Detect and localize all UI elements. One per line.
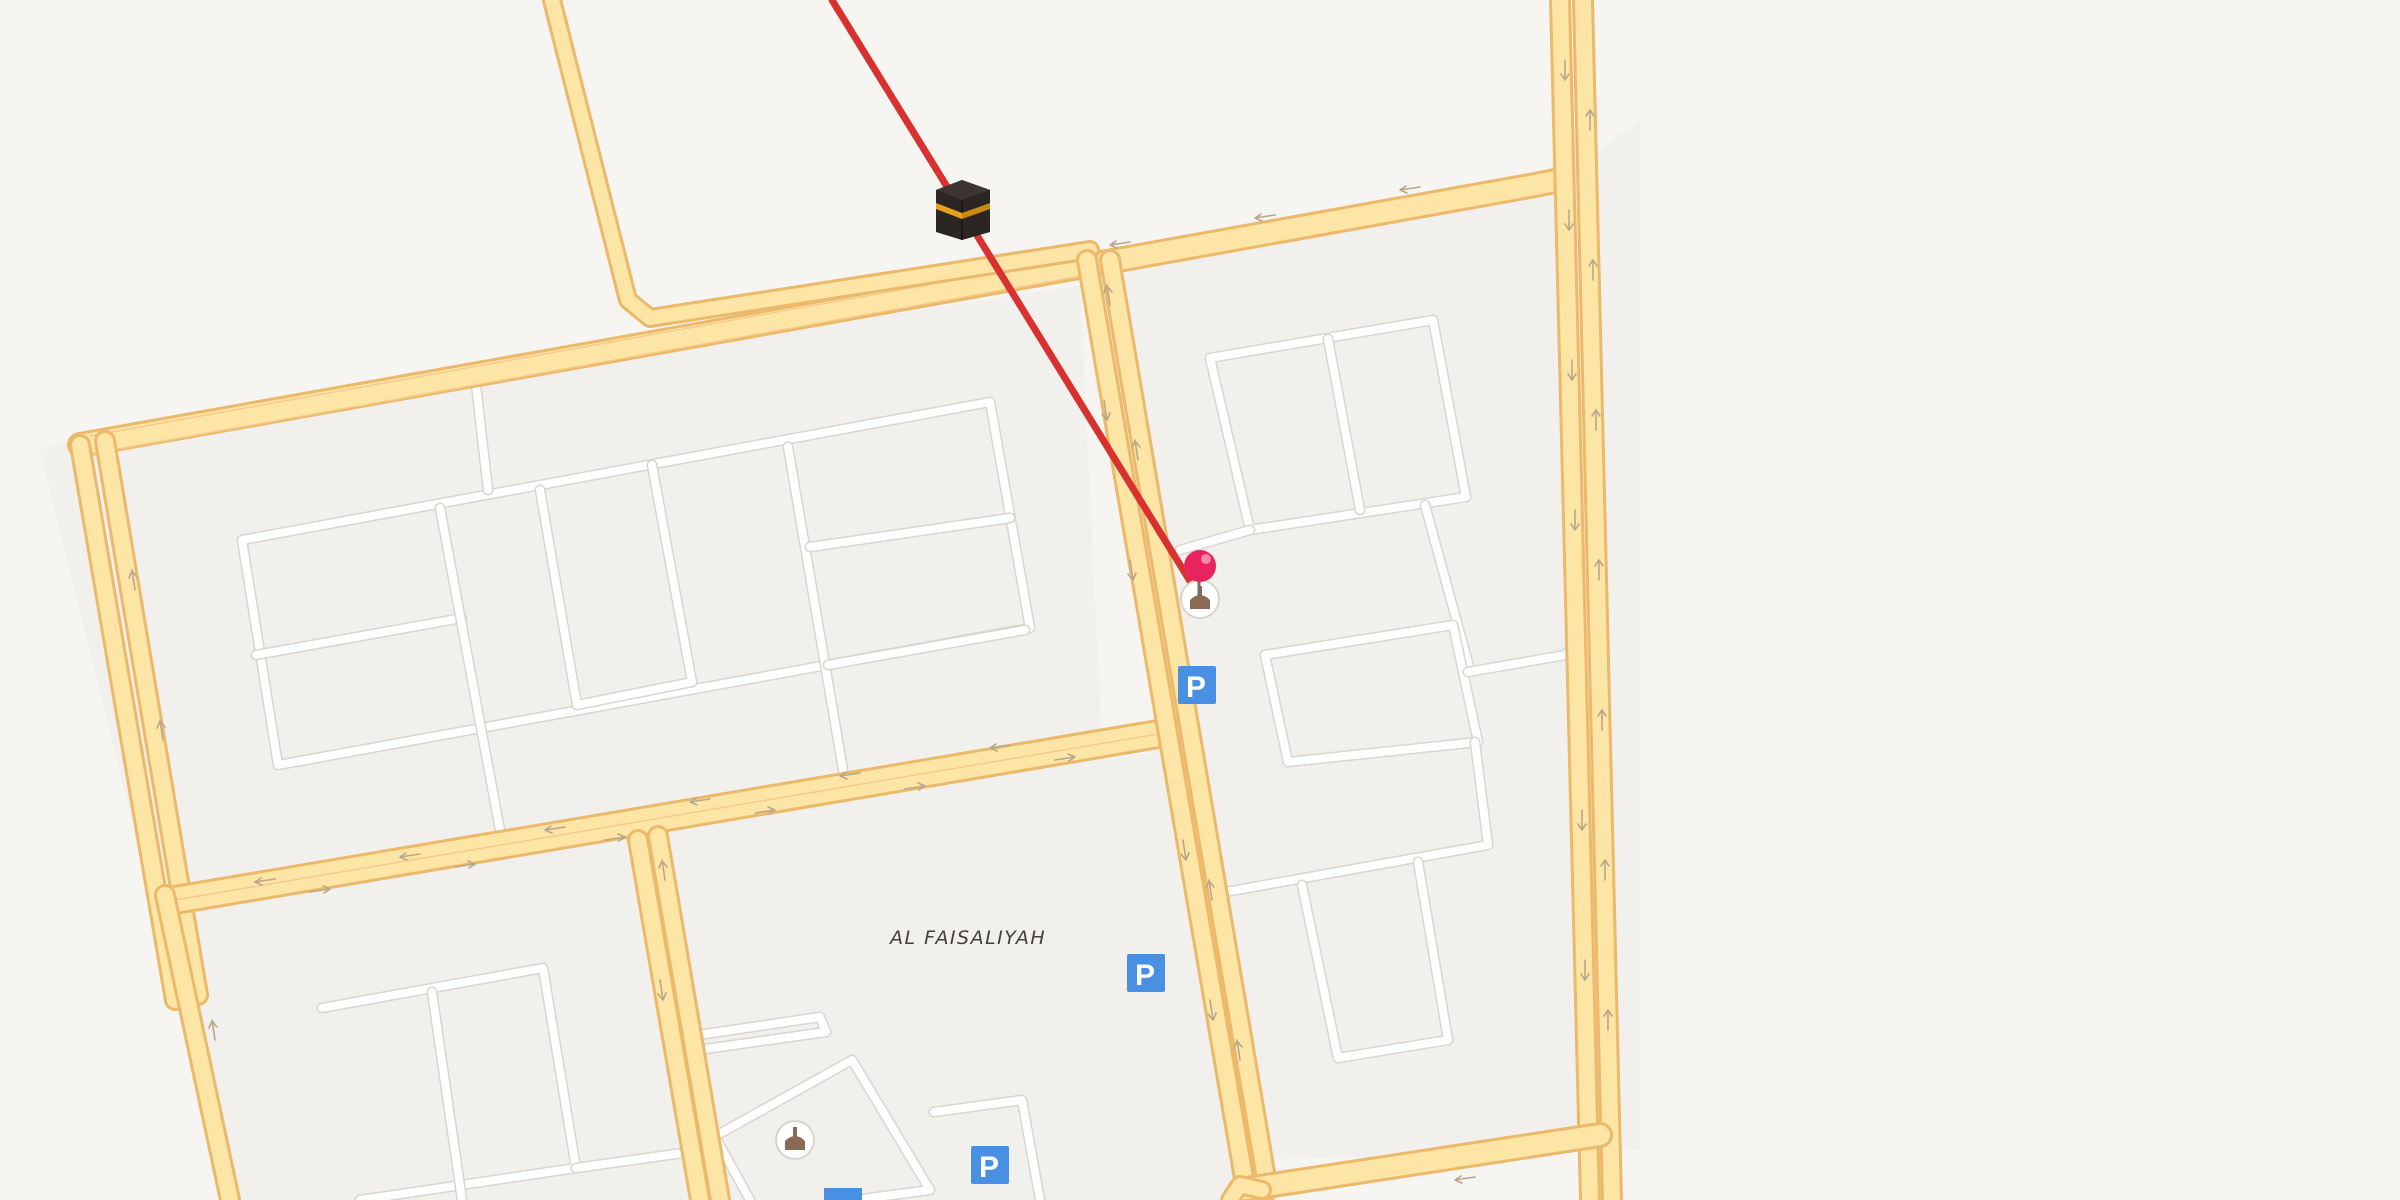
parking-icon[interactable]: P	[1127, 954, 1165, 992]
neighborhood-label: AL FAISALIYAH	[888, 927, 1046, 949]
map-canvas[interactable]: AL FAISALIYAH P P P	[0, 0, 2400, 1200]
parking-icon[interactable]: P	[971, 1146, 1009, 1184]
parking-label: P	[1135, 959, 1155, 992]
kaaba-icon[interactable]	[936, 180, 990, 240]
parking-label: P	[979, 1151, 999, 1184]
parking-icon[interactable]: P	[1178, 666, 1216, 704]
parking-label: P	[1186, 671, 1206, 704]
parking-icon[interactable]	[824, 1188, 862, 1200]
mosque-icon[interactable]	[775, 1120, 815, 1160]
